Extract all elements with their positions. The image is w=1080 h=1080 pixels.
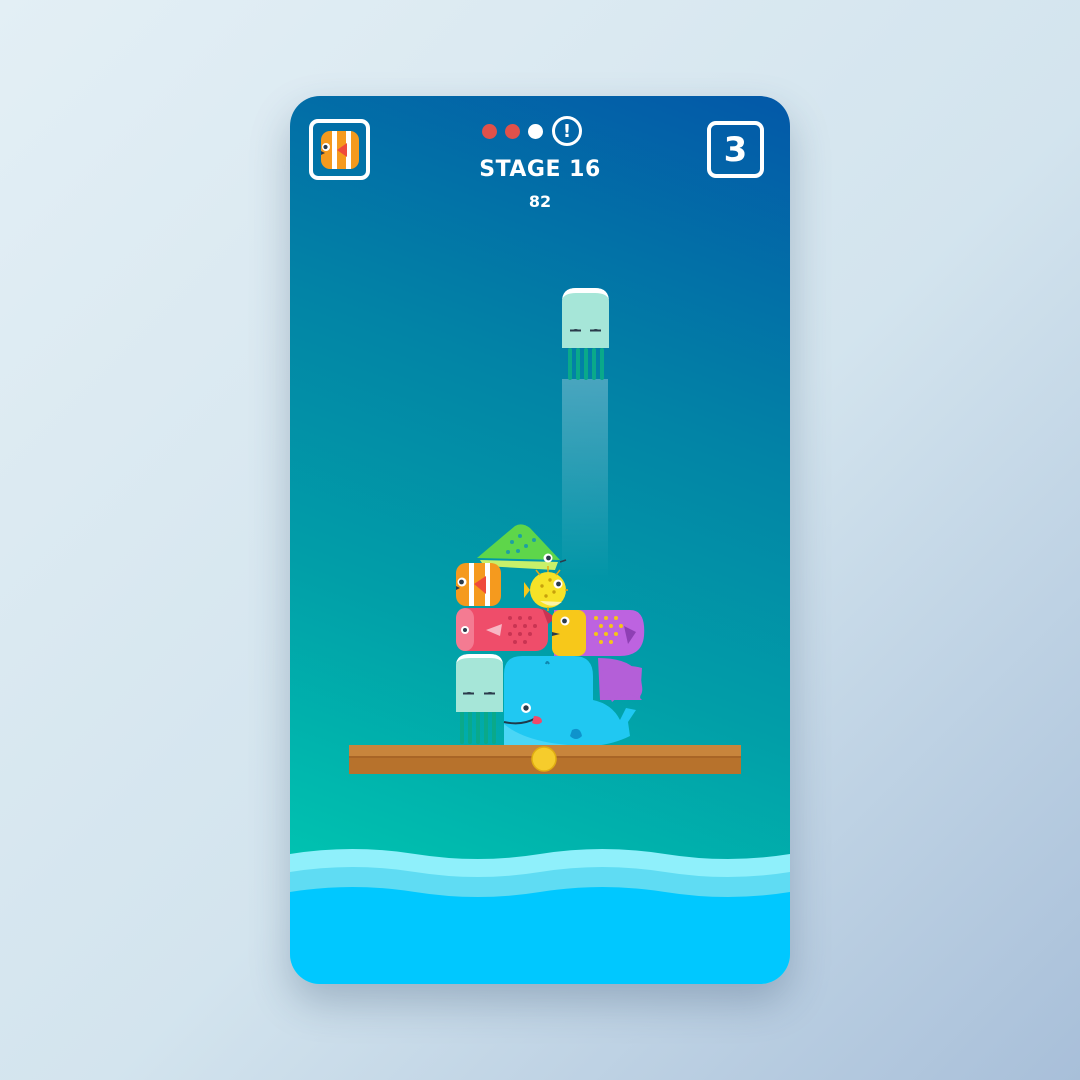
remaining-lives-badge: 3: [707, 121, 764, 178]
game-scene: [290, 288, 790, 984]
drop-guide-beam: [562, 379, 608, 579]
stage-progress: !: [482, 113, 582, 149]
falling-jellyfish[interactable]: [562, 288, 609, 380]
game-screen: ! STAGE 16 82 3: [290, 96, 790, 984]
progress-dot-2: [505, 123, 520, 139]
progress-dot-1: [482, 123, 497, 139]
balance-platform: [349, 745, 741, 774]
pufferfish-piece: [524, 566, 568, 611]
alert-icon: !: [552, 116, 582, 146]
ocean-water: [290, 849, 790, 984]
lives-count: 3: [723, 129, 748, 170]
red-koi-piece: [456, 608, 556, 651]
clownfish-piece: [456, 563, 501, 606]
stacked-jellyfish-piece: [456, 654, 503, 744]
progress-dot-3: [528, 123, 543, 139]
score-counter: 82: [528, 192, 552, 211]
